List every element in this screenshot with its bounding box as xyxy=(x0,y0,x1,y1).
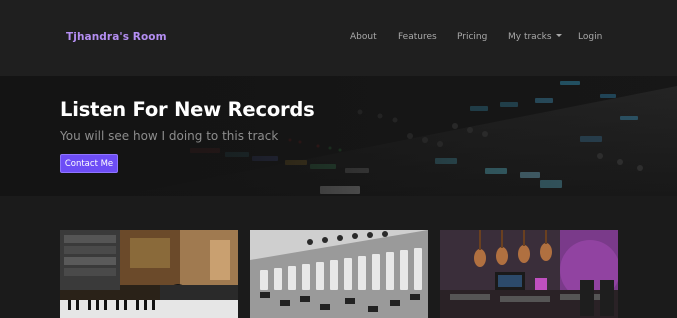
nav-link-features[interactable]: Features xyxy=(398,32,437,42)
nav-dropdown-my-tracks[interactable]: My tracks xyxy=(508,32,562,42)
hero-subtitle: You will see how I doing to this track xyxy=(60,129,279,143)
card-image-guitars[interactable] xyxy=(440,230,618,318)
nav-dropdown-label: My tracks xyxy=(508,32,552,42)
nav-link-login[interactable]: Login xyxy=(578,32,602,42)
nav-link-pricing[interactable]: Pricing xyxy=(457,32,487,42)
mixing-console-photo xyxy=(250,230,428,318)
contact-me-button[interactable]: Contact Me xyxy=(60,154,118,173)
card-image-mixer[interactable] xyxy=(250,230,428,318)
nav-link-about[interactable]: About xyxy=(350,32,377,42)
card-image-studio[interactable] xyxy=(60,230,238,318)
studio-keyboard-photo xyxy=(60,230,238,318)
brand-logo[interactable]: Tjhandra's Room xyxy=(66,31,167,43)
hero-title: Listen For New Records xyxy=(60,98,315,121)
studio-guitars-photo xyxy=(440,230,618,318)
navbar: Tjhandra's Room About Features Pricing M… xyxy=(0,0,677,76)
caret-down-icon xyxy=(555,34,562,37)
